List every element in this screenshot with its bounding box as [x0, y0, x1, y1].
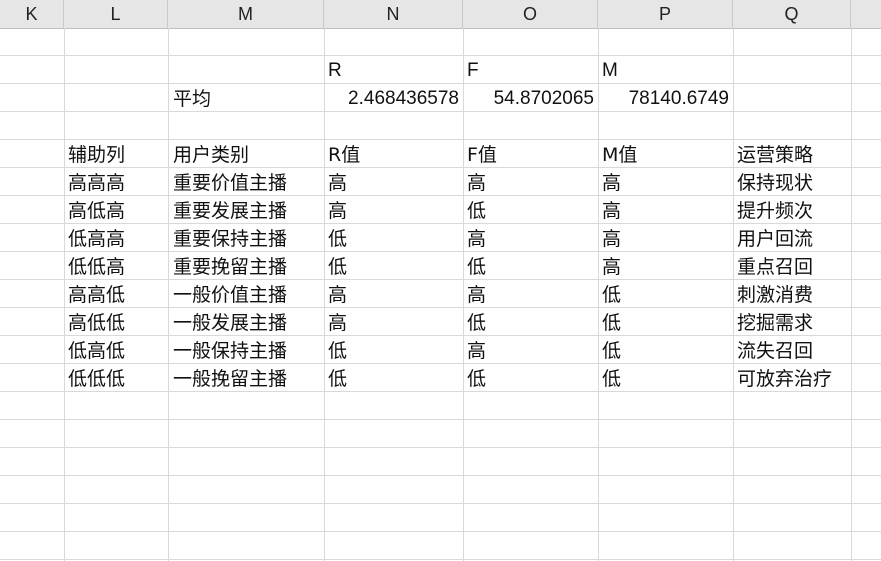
table-cell[interactable]: 重要发展主播 — [173, 197, 287, 225]
table-cell[interactable]: 用户回流 — [737, 225, 813, 253]
table-cell[interactable]: 低 — [467, 365, 486, 393]
table-cell[interactable]: 高 — [467, 225, 486, 253]
table-cell[interactable]: 低 — [328, 365, 347, 393]
column-header-q[interactable]: Q — [733, 0, 851, 28]
column-header-k[interactable]: K — [0, 0, 64, 28]
table-cell[interactable]: 低 — [602, 337, 621, 365]
table-cell[interactable]: 高 — [328, 309, 347, 337]
table-header-r[interactable]: R值 — [328, 141, 360, 169]
table-cell[interactable]: 低 — [602, 365, 621, 393]
table-cell[interactable]: 高 — [467, 281, 486, 309]
cell-r-header[interactable]: R — [328, 57, 342, 85]
table-cell[interactable]: 提升频次 — [737, 197, 813, 225]
table-cell[interactable]: 低高低 — [68, 337, 125, 365]
table-cell[interactable]: 高 — [467, 337, 486, 365]
table-cell[interactable]: 重要价值主播 — [173, 169, 287, 197]
column-header-n[interactable]: N — [324, 0, 463, 28]
table-cell[interactable]: 低低低 — [68, 365, 125, 393]
column-header-l[interactable]: L — [64, 0, 168, 28]
table-cell[interactable]: 低 — [328, 337, 347, 365]
table-cell[interactable]: 高 — [602, 169, 621, 197]
table-cell[interactable]: 一般价值主播 — [173, 281, 287, 309]
table-cell[interactable]: 高 — [602, 253, 621, 281]
table-cell[interactable]: 高 — [602, 197, 621, 225]
cell-m-average[interactable]: 78140.6749 — [598, 85, 729, 113]
cell-f-average[interactable]: 54.8702065 — [463, 85, 594, 113]
table-cell[interactable]: 高 — [328, 281, 347, 309]
table-cell[interactable]: 高 — [467, 169, 486, 197]
table-cell[interactable]: 低高高 — [68, 225, 125, 253]
table-cell[interactable]: 一般发展主播 — [173, 309, 287, 337]
table-cell[interactable]: 低 — [328, 225, 347, 253]
column-header-row: K L M N O P Q — [0, 0, 881, 29]
table-cell[interactable]: 重要挽留主播 — [173, 253, 287, 281]
table-cell[interactable]: 低 — [602, 281, 621, 309]
table-header-f[interactable]: F值 — [467, 141, 497, 169]
column-header-m[interactable]: M — [168, 0, 324, 28]
spreadsheet: K L M N O P Q R F M 平均 2.468436578 54.87… — [0, 0, 881, 561]
table-header-m[interactable]: M值 — [602, 141, 637, 169]
table-cell[interactable]: 低 — [328, 253, 347, 281]
table-cell[interactable]: 低 — [467, 253, 486, 281]
table-cell[interactable]: 低 — [602, 309, 621, 337]
table-cell[interactable]: 保持现状 — [737, 169, 813, 197]
table-header-helper[interactable]: 辅助列 — [68, 141, 125, 169]
table-cell[interactable]: 高高低 — [68, 281, 125, 309]
table-cell[interactable]: 高低低 — [68, 309, 125, 337]
column-header-p[interactable]: P — [598, 0, 733, 28]
table-header-category[interactable]: 用户类别 — [173, 141, 249, 169]
cell-average-label[interactable]: 平均 — [173, 85, 211, 113]
table-cell[interactable]: 一般挽留主播 — [173, 365, 287, 393]
cell-m-header[interactable]: M — [602, 57, 618, 85]
table-header-strategy[interactable]: 运营策略 — [737, 141, 813, 169]
table-cell[interactable]: 低 — [467, 197, 486, 225]
table-cell[interactable]: 挖掘需求 — [737, 309, 813, 337]
column-header-o[interactable]: O — [463, 0, 598, 28]
table-cell[interactable]: 重点召回 — [737, 253, 813, 281]
cell-f-header[interactable]: F — [467, 57, 479, 85]
table-cell[interactable]: 重要保持主播 — [173, 225, 287, 253]
table-cell[interactable]: 刺激消费 — [737, 281, 813, 309]
table-cell[interactable]: 可放弃治疗 — [737, 365, 832, 393]
table-cell[interactable]: 高低高 — [68, 197, 125, 225]
table-cell[interactable]: 流失召回 — [737, 337, 813, 365]
table-cell[interactable]: 低 — [467, 309, 486, 337]
table-cell[interactable]: 高高高 — [68, 169, 125, 197]
table-cell[interactable]: 高 — [602, 225, 621, 253]
table-cell[interactable]: 高 — [328, 197, 347, 225]
table-cell[interactable]: 一般保持主播 — [173, 337, 287, 365]
table-cell[interactable]: 低低高 — [68, 253, 125, 281]
table-cell[interactable]: 高 — [328, 169, 347, 197]
column-header-next[interactable] — [851, 0, 881, 28]
cell-r-average[interactable]: 2.468436578 — [324, 85, 459, 113]
